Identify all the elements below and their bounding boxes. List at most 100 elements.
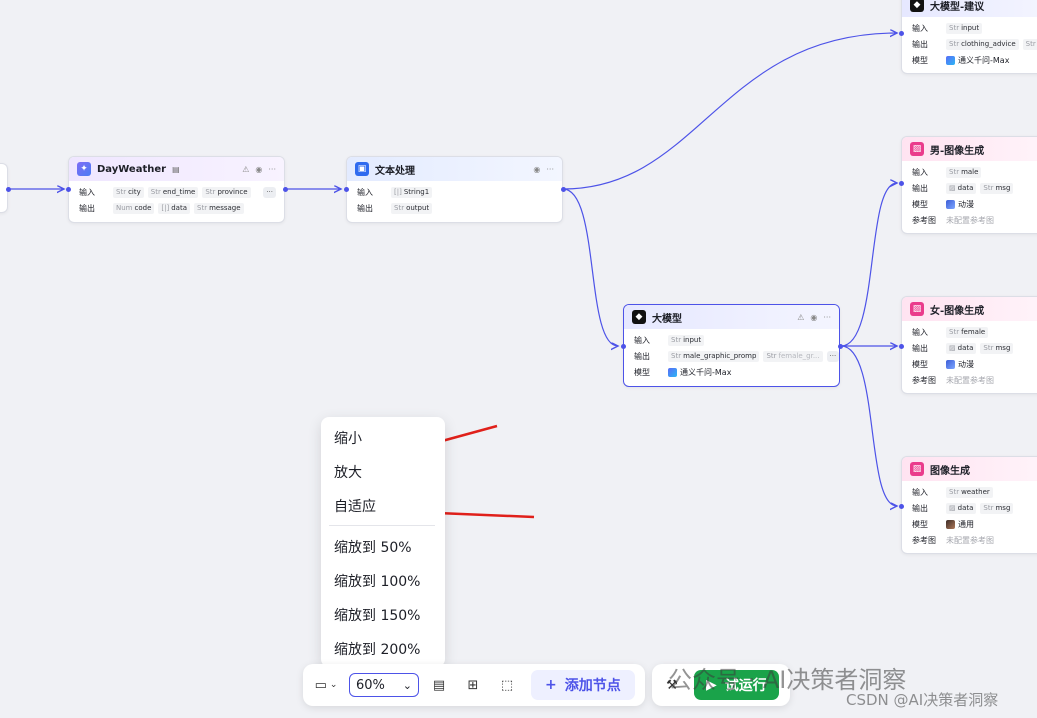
zoom-100-item[interactable]: 缩放到 100% <box>321 564 445 598</box>
node-title: 女-图像生成 <box>930 305 985 317</box>
interaction-mode-button[interactable]: ⬚ <box>493 671 521 699</box>
output-tag-code: Num code <box>113 202 155 214</box>
dayweather-node[interactable]: ✦ DayWeather ▤ ⚠ ◉ ··· 输入 Str city Str end… <box>68 156 285 223</box>
output-label: 输出 <box>912 503 928 513</box>
menu-divider <box>329 525 435 526</box>
llm-main-input-port[interactable] <box>621 344 626 349</box>
input-label: 输入 <box>912 23 928 33</box>
output-tag-female-prompt: Str female_gr... <box>763 350 823 362</box>
add-node-label: 添加节点 <box>564 678 621 694</box>
output-label: 输出 <box>912 183 928 193</box>
ref-image-value: 未配置参考图 <box>946 215 994 225</box>
run-node-icon[interactable]: ◉ <box>533 165 540 174</box>
minimap-icon: ▭ <box>314 677 327 693</box>
cursor-box-icon: ⬚ <box>500 677 514 693</box>
debug-icon[interactable]: ⚠ <box>242 165 249 174</box>
input-tag-city: Str city <box>113 186 144 198</box>
run-node-icon[interactable]: ◉ <box>810 313 817 322</box>
debug-icon[interactable]: ⚠ <box>797 313 804 322</box>
layout-grid-icon: ⊞ <box>467 677 479 693</box>
zoom-out-item[interactable]: 缩小 <box>321 421 445 455</box>
output-tag-clothing-advice: Str clothing_advice <box>946 38 1019 50</box>
start-output-port[interactable] <box>6 187 11 192</box>
edge-text-advice <box>562 33 897 190</box>
input-tag-end-time: Str end_time <box>147 186 199 198</box>
input-tag-province: Str province <box>202 186 251 198</box>
model-label: 模型 <box>912 519 928 529</box>
bottom-toolbar: ▭ ⌄ 60% ⌄ ▤ ⊞ ⬚ + 添加节点 <box>303 664 645 706</box>
model-value: 动漫 <box>946 359 974 370</box>
input-tag-string1: [|] String1 <box>391 186 433 198</box>
qwen-icon <box>668 367 677 377</box>
watermark-csdn: CSDN @AI决策者洞察 <box>846 691 999 709</box>
dayweather-input-port[interactable] <box>66 187 71 192</box>
female-image-node[interactable]: ▨ 女-图像生成 输入 Str female 输出 ▨ data Str msg 模型… <box>901 296 1037 394</box>
zoom-50-item[interactable]: 缩放到 50% <box>321 530 445 564</box>
node-title: 男-图像生成 <box>930 145 985 157</box>
model-value: 通用 <box>946 519 974 530</box>
node-title: 图像生成 <box>930 465 970 477</box>
general-model-icon <box>946 519 955 529</box>
edge-text-llm <box>562 188 618 346</box>
llm-icon: ◆ <box>910 0 924 12</box>
edge-llm-image <box>840 345 897 506</box>
add-node-button[interactable]: + 添加节点 <box>531 670 635 700</box>
run-node-icon[interactable]: ◉ <box>255 165 262 174</box>
zoom-value: 60% <box>356 677 385 693</box>
plugin-badge-icon: ▤ <box>172 164 180 174</box>
llm-icon: ◆ <box>632 310 646 324</box>
output-label: 输出 <box>912 343 928 353</box>
zoom-menu: 缩小 放大 自适应 缩放到 50% 缩放到 100% 缩放到 150% 缩放到 … <box>321 417 445 667</box>
more-inputs-button[interactable]: ··· <box>263 186 276 198</box>
minimap-toggle-button[interactable]: ▭ ⌄ <box>309 671 343 699</box>
node-title: 大模型 <box>652 313 682 325</box>
more-icon[interactable]: ··· <box>546 165 554 174</box>
dayweather-output-port[interactable] <box>283 187 288 192</box>
text-process-output-port[interactable] <box>561 187 566 192</box>
llm-main-output-port[interactable] <box>838 344 843 349</box>
edge-llm-male <box>840 183 897 347</box>
input-label: 输入 <box>912 487 928 497</box>
male-image-input-port[interactable] <box>899 181 904 186</box>
node-title: 大模型-建议 <box>930 1 985 13</box>
output-tag-msg: Str msg <box>980 182 1014 194</box>
zoom-150-item[interactable]: 缩放到 150% <box>321 598 445 632</box>
chevron-down-icon: ⌄ <box>402 678 412 692</box>
output-label: 输出 <box>357 203 373 213</box>
female-image-input-port[interactable] <box>899 344 904 349</box>
zoom-fit-item[interactable]: 自适应 <box>321 489 445 523</box>
output-tag-output: Str output <box>391 202 433 214</box>
output-tag-message: Str message <box>194 202 244 214</box>
auto-layout-button[interactable]: ⊞ <box>459 671 487 699</box>
more-icon[interactable]: ··· <box>268 165 276 174</box>
image-gen-input-port[interactable] <box>899 504 904 509</box>
input-label: 输入 <box>357 187 373 197</box>
ref-image-label: 参考图 <box>912 535 936 545</box>
llm-main-node[interactable]: ◆ 大模型 ⚠ ◉ ··· 输入 Str input 输出 Str male_gra… <box>623 304 840 387</box>
zoom-select[interactable]: 60% ⌄ <box>349 673 419 697</box>
more-icon[interactable]: ··· <box>823 313 831 322</box>
llm-advice-node[interactable]: ◆ 大模型-建议 输入 Str input 输出 Str clothing_advi… <box>901 0 1037 74</box>
output-tag-msg: Str msg <box>980 502 1014 514</box>
output-tag-msg: Str msg <box>980 342 1014 354</box>
llm-advice-input-port[interactable] <box>899 31 904 36</box>
input-label: 输入 <box>79 187 95 197</box>
text-process-input-port[interactable] <box>344 187 349 192</box>
image-gen-icon: ▨ <box>910 142 924 156</box>
comment-icon: ▤ <box>432 677 446 693</box>
input-tag-female: Str female <box>946 326 989 338</box>
output-tag-travel: Strtrav <box>1022 38 1037 50</box>
chevron-down-icon: ⌄ <box>329 680 338 690</box>
model-label: 模型 <box>634 367 650 377</box>
model-label: 模型 <box>912 359 928 369</box>
male-image-node[interactable]: ▨ 男-图像生成 输入 Str male 输出 ▨ data Str msg 模型 动… <box>901 136 1037 234</box>
image-gen-node[interactable]: ▨ 图像生成 输入 Str weather 输出 ▨ data Str msg 模型 … <box>901 456 1037 554</box>
zoom-in-item[interactable]: 放大 <box>321 455 445 489</box>
text-process-node[interactable]: ▣ 文本处理 ◉ ··· 输入 [|] String1 输出 Str output <box>346 156 563 223</box>
node-title: DayWeather <box>97 163 167 175</box>
more-outputs-button[interactable]: ··· <box>826 350 839 362</box>
zoom-200-item[interactable]: 缩放到 200% <box>321 632 445 666</box>
output-label: 输出 <box>912 39 928 49</box>
comment-button[interactable]: ▤ <box>425 671 453 699</box>
anime-model-icon <box>946 199 955 209</box>
